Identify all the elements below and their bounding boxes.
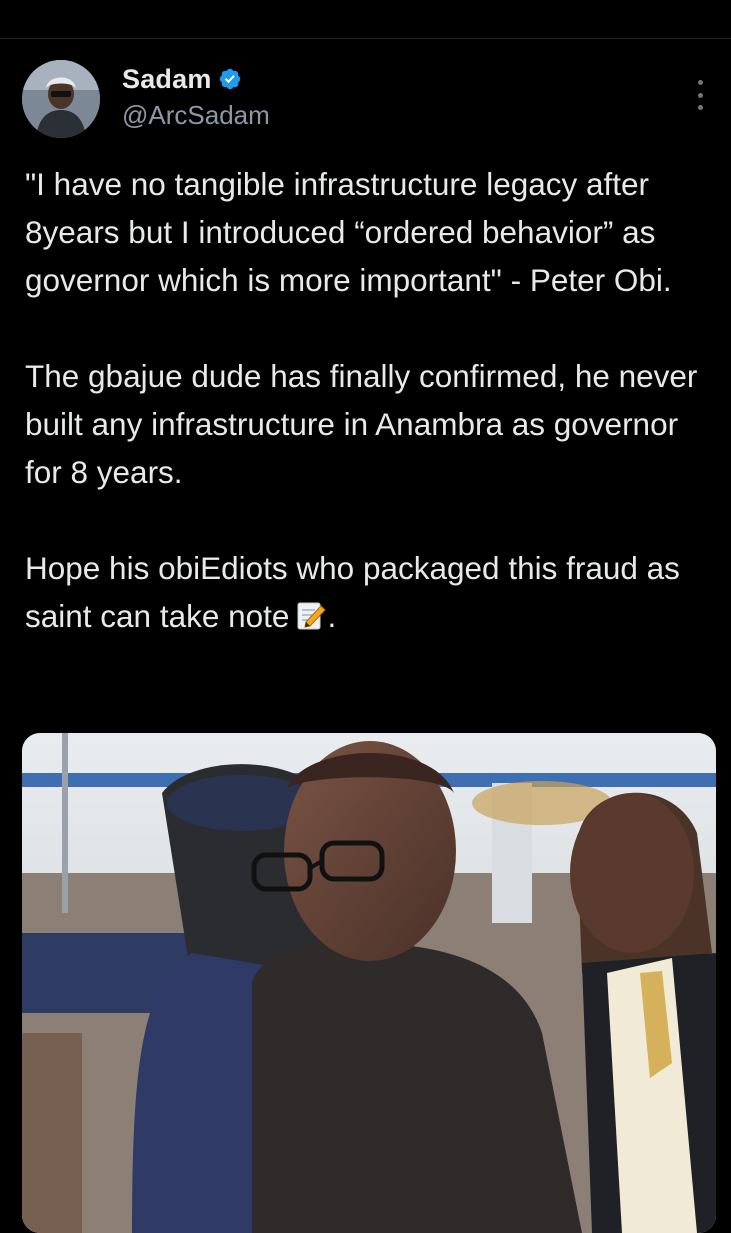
avatar-image [22, 60, 100, 138]
author-handle[interactable]: @ArcSadam [122, 100, 270, 131]
tweet-media-photo[interactable] [22, 733, 716, 1233]
tweet-paragraph-text: Hope his obiEdiots who packaged this fra… [25, 550, 680, 634]
tweet-text: "I have no tangible infrastructure legac… [25, 160, 715, 640]
photo-image [22, 733, 716, 1233]
tweet-paragraph-end: . [327, 598, 337, 634]
memo-icon [297, 602, 327, 630]
more-vertical-icon-dot [697, 92, 703, 98]
more-vertical-icon [697, 80, 703, 85]
author-names: Sadam @ArcSadam [122, 62, 270, 131]
tweet-paragraph: The gbajue dude has finally confirmed, h… [25, 358, 698, 490]
tweet-paragraph-last: Hope his obiEdiots who packaged this fra… [25, 544, 715, 640]
tweet-paragraph: "I have no tangible infrastructure legac… [25, 166, 672, 298]
verified-badge-icon [219, 68, 240, 90]
more-vertical-icon-dot [697, 105, 703, 110]
more-options-button[interactable] [690, 80, 710, 110]
avatar[interactable] [22, 60, 100, 138]
display-name[interactable]: Sadam [122, 64, 212, 95]
top-divider [0, 38, 731, 39]
tweet-header: Sadam @ArcSadam [22, 60, 712, 140]
display-name-row: Sadam [122, 62, 270, 96]
